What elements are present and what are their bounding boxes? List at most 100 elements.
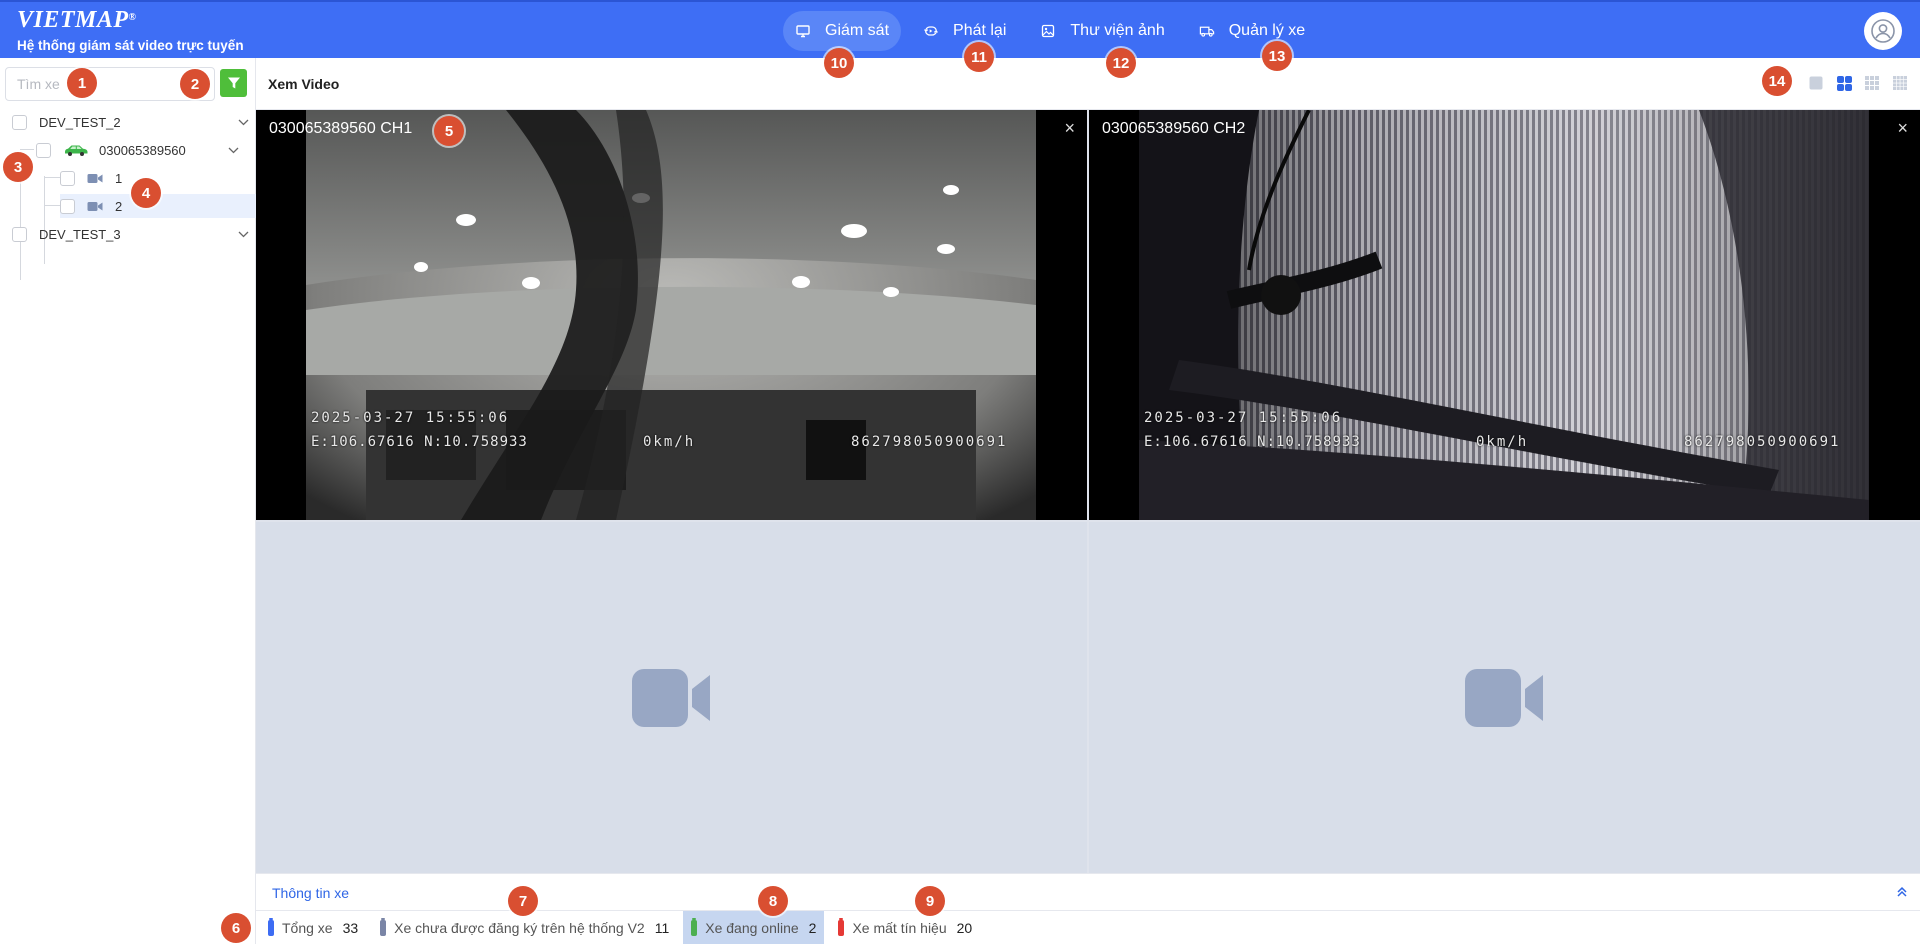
chevron-down-icon[interactable] [228, 138, 240, 162]
annotation-marker: 10 [824, 48, 854, 78]
tree-node-label: 030065389560 [99, 142, 186, 158]
status-bar: Tổng xe 33 Xe chưa được đăng ký trên hệ … [256, 911, 1920, 944]
logo-registered-mark: ® [128, 12, 137, 23]
tree-connector [44, 205, 60, 206]
tree-connector [44, 177, 60, 178]
stat-unregistered[interactable]: Xe chưa được đăng ký trên hệ thống V2 11 [372, 911, 677, 944]
tree-checkbox[interactable] [12, 226, 27, 242]
monitor-icon [795, 23, 811, 39]
video-cell-ch2[interactable]: 030065389560 CH2 × 2025-03-27 15:55:06 E… [1089, 110, 1920, 520]
annotation-marker: 5 [434, 116, 464, 146]
battery-green-icon [691, 917, 698, 936]
osd-timestamp: 2025-03-27 15:55:06 [311, 410, 510, 426]
close-icon[interactable]: × [1897, 118, 1908, 139]
layout-4-button[interactable] [1836, 75, 1852, 91]
nav-phat-lai-label: Phát lại [953, 22, 1007, 39]
layout-1-button[interactable] [1808, 75, 1824, 91]
nav-giam-sat[interactable]: Giám sát [783, 11, 902, 51]
user-avatar-button[interactable] [1864, 12, 1902, 50]
layout-1-icon [1809, 76, 1823, 90]
osd-speed: 0km/h [643, 434, 696, 450]
layout-4-icon [1836, 75, 1852, 91]
annotation-marker: 4 [131, 178, 161, 208]
main-nav: Giám sát Phát lại Thư viện ảnh Quản lý x… [783, 10, 1327, 52]
annotation-marker: 3 [3, 152, 33, 182]
annotation-marker: 13 [1262, 41, 1292, 71]
stat-online[interactable]: Xe đang online 2 [683, 911, 825, 944]
stat-count: 11 [654, 919, 670, 936]
logo[interactable]: VIETMAP® Hệ thống giám sát video trực tu… [17, 6, 244, 53]
camera-icon [87, 201, 103, 212]
video-cell-ch1[interactable]: 030065389560 CH1 × 2025-03-27 15:55:06 E… [256, 110, 1087, 520]
osd-timestamp: 2025-03-27 15:55:06 [1144, 410, 1343, 426]
tree-connector [20, 149, 34, 150]
tree-checkbox[interactable] [60, 170, 75, 186]
tree-node-dev-test-2[interactable]: DEV_TEST_2 [12, 110, 256, 134]
tree-node-label: DEV_TEST_2 [39, 114, 121, 130]
nav-quan-ly-xe-label: Quản lý xe [1228, 22, 1306, 39]
stat-total[interactable]: Tổng xe 33 [260, 911, 366, 944]
tree-node-label: 1 [115, 170, 123, 186]
nav-quan-ly-xe[interactable]: Quản lý xe [1187, 11, 1317, 51]
annotation-marker: 8 [758, 886, 788, 916]
image-icon [1040, 23, 1056, 39]
video-feed-ch2 [1139, 110, 1869, 520]
annotation-marker: 12 [1106, 48, 1136, 78]
layout-9-button[interactable] [1864, 75, 1880, 91]
osd-device-id: 862798050900691 [1684, 434, 1841, 450]
filter-button[interactable] [220, 69, 247, 97]
chevron-down-icon[interactable] [238, 110, 250, 134]
car-icon [63, 143, 89, 157]
layout-16-button[interactable] [1892, 75, 1908, 91]
annotation-marker: 9 [915, 886, 945, 916]
stat-lost-signal[interactable]: Xe mất tín hiệu 20 [830, 911, 980, 944]
tree-checkbox[interactable] [12, 114, 27, 130]
sidebar: DEV_TEST_2 030065389560 1 2 [0, 58, 256, 944]
stat-count: 20 [956, 919, 973, 936]
camera-icon [87, 173, 103, 184]
osd-device-id: 862798050900691 [851, 434, 1008, 450]
nav-thu-vien-anh[interactable]: Thư viện ảnh [1028, 11, 1176, 51]
battery-blue-icon [268, 917, 274, 936]
annotation-marker: 6 [221, 913, 251, 943]
nav-phat-lai[interactable]: Phát lại [911, 11, 1018, 51]
filter-icon [227, 77, 240, 89]
stat-label: Xe mất tín hiệu [852, 919, 947, 936]
close-icon[interactable]: × [1064, 118, 1075, 139]
stat-label: Tổng xe [282, 919, 333, 936]
battery-gray-icon [380, 917, 387, 936]
tree-node-dev-test-3[interactable]: DEV_TEST_3 [12, 222, 256, 246]
truck-icon [1199, 23, 1215, 39]
annotation-marker: 1 [67, 68, 97, 98]
top-bar: VIETMAP® Hệ thống giám sát video trực tu… [0, 0, 1920, 58]
stat-label: Xe đang online [705, 919, 799, 936]
tree-node-label: 2 [115, 198, 123, 214]
video-feed-ch1 [306, 110, 1036, 520]
logo-text: VIETMAP [17, 7, 129, 33]
tree-connector [44, 176, 45, 264]
video-cell-empty-4[interactable] [1089, 522, 1920, 873]
tree-checkbox[interactable] [60, 198, 75, 214]
page-title: Xem Video [268, 76, 340, 92]
vehicle-info-panel: Thông tin xe [256, 873, 1920, 911]
annotation-marker: 7 [508, 886, 538, 916]
playback-icon [923, 23, 939, 39]
logo-brand: VIETMAP® [17, 6, 244, 34]
osd-coordinates: E:106.67616 N:10.758933 [1144, 434, 1361, 450]
tree-checkbox[interactable] [36, 142, 51, 158]
osd-speed: 0km/h [1476, 434, 1529, 450]
video-camera-icon [631, 668, 710, 727]
stat-count: 2 [808, 919, 817, 936]
video-camera-icon [1464, 668, 1543, 727]
annotation-marker: 11 [964, 42, 994, 72]
nav-giam-sat-label: Giám sát [825, 22, 890, 39]
tree-node-vehicle[interactable]: 030065389560 [36, 138, 256, 162]
nav-thu-vien-anh-label: Thư viện ảnh [1070, 22, 1165, 39]
video-cell-title: 030065389560 CH1 [269, 120, 413, 137]
video-cell-empty-3[interactable] [256, 522, 1087, 873]
chevron-down-icon[interactable] [238, 222, 250, 246]
chevron-double-up-icon[interactable] [1896, 885, 1908, 903]
vehicle-info-title[interactable]: Thông tin xe [272, 885, 349, 901]
user-avatar-icon [1871, 19, 1895, 43]
stat-count: 33 [342, 919, 359, 936]
